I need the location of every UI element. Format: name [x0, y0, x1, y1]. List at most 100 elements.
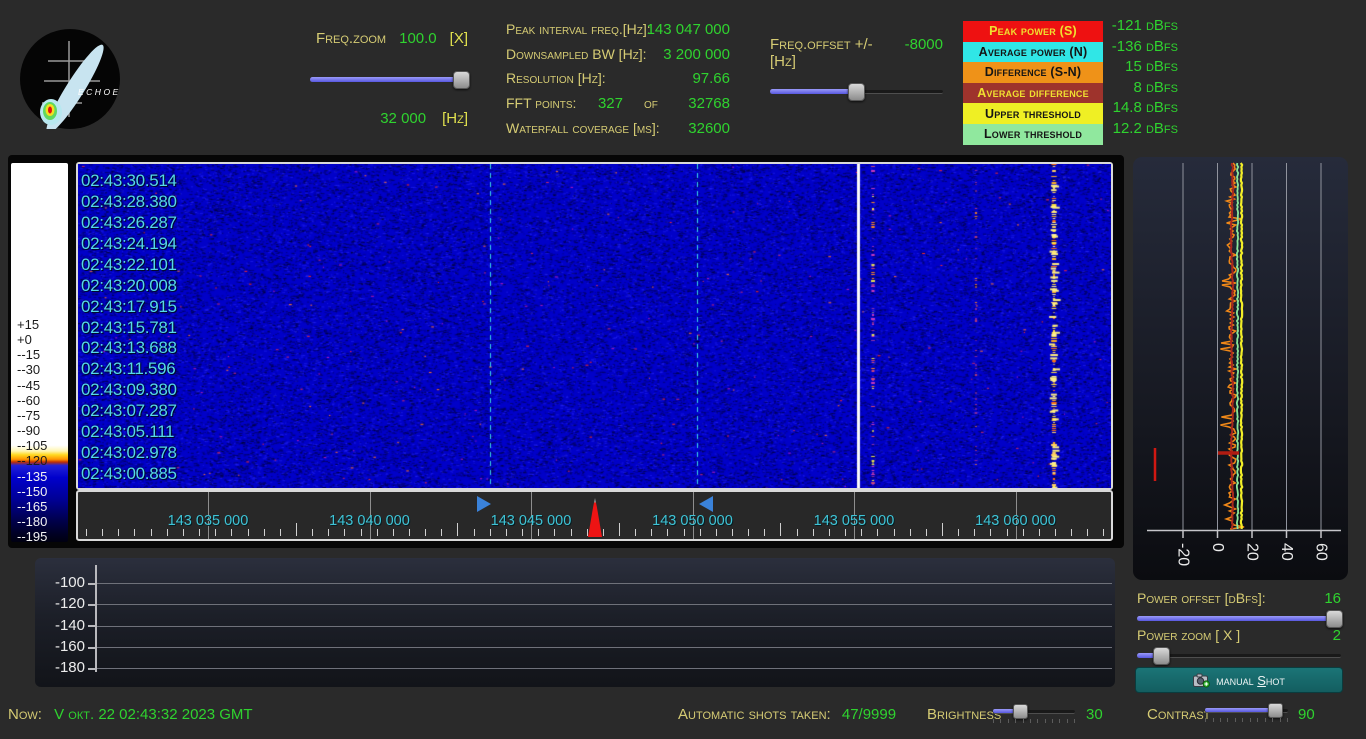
shots-label: Automatic shots taken: [678, 706, 831, 723]
logo-text: ECHOES [78, 87, 120, 97]
waterfall-timestamp: 02:43:05.111 [81, 422, 174, 442]
contrast-slider[interactable] [1205, 703, 1288, 716]
freq-zoom-slider[interactable] [310, 71, 468, 87]
spectrum-axis-label: 0 [1209, 543, 1226, 552]
freq-tick [248, 529, 249, 536]
freq-offset-slider-handle[interactable] [848, 83, 865, 101]
stat-downsampled-bw: Downsampled BW [Hz]: 3 200 000 [506, 46, 730, 64]
power-zoom-slider-handle[interactable] [1153, 647, 1170, 665]
contrast-value-wrap: 90 [1298, 706, 1315, 723]
waterfall-timestamp: 02:43:20.008 [81, 276, 177, 296]
contrast-slider-handle[interactable] [1268, 703, 1283, 718]
scale-label: --150 [17, 485, 47, 499]
power-zoom-readout: Power zoom [ X ] 2 [1137, 627, 1341, 644]
shots-value: 47/9999 [842, 706, 896, 723]
brightness-slider-handle[interactable] [1013, 704, 1028, 719]
freq-tick [425, 529, 426, 536]
freq-zoom-label: Freq.zoom [316, 30, 386, 47]
freq-zoom-readout: Freq.zoom 100.0 [X] [300, 30, 468, 47]
range-marker-right-arrow[interactable] [477, 496, 491, 512]
freq-tick [635, 529, 636, 536]
range-marker-left-arrow[interactable] [699, 496, 713, 512]
freq-tick [441, 529, 442, 536]
plot-gridline [96, 668, 1112, 669]
stat-fft-points: FFT points: 327 of 32768 [506, 95, 730, 113]
freq-tick [587, 529, 588, 536]
scale-label: --135 [17, 470, 47, 484]
waterfall-timestamp: 02:43:02.978 [81, 443, 177, 463]
waterfall-timestamp: 02:43:28.380 [81, 192, 177, 212]
dbfs-readouts: -121 dBfs-136 dBfs15 dBfs8 dBfs14.8 dBfs… [1078, 17, 1178, 147]
freq-tick [522, 529, 523, 536]
freq-tick [1023, 529, 1024, 536]
freq-tick [409, 529, 410, 536]
power-color-scale: +15+0--15--30--45--60--75--90--105--120-… [11, 163, 68, 542]
frequency-axis: 143 035 000143 040 000143 045 000143 050… [76, 490, 1113, 541]
freq-tick [280, 529, 281, 536]
freq-tick [102, 529, 103, 536]
freq-tick [328, 529, 329, 536]
brightness-slider[interactable] [993, 704, 1075, 717]
freq-offset-label: Freq.offset +/- [Hz] [770, 36, 891, 70]
freq-tick [813, 529, 814, 536]
freq-tick [974, 529, 975, 536]
freq-tick [1007, 529, 1008, 536]
scale-label: --45 [17, 379, 40, 393]
freq-zoom-value: 100.0 [399, 30, 437, 47]
waterfall-timestamp: 02:43:26.287 [81, 213, 177, 233]
freq-tick [506, 529, 507, 536]
freq-tick [151, 529, 152, 536]
freq-offset-slider[interactable] [770, 83, 943, 99]
power-offset-slider-handle[interactable] [1326, 610, 1343, 628]
echoes-app-window: ECHOES Freq.zoom 100.0 [X] 32 000 [Hz] P… [0, 0, 1366, 739]
plot-tick [88, 625, 97, 627]
freq-zoom-slider-handle[interactable] [453, 71, 470, 89]
dbfs-readout: -136 dBfs [1112, 38, 1178, 55]
freq-tick [538, 529, 539, 536]
stat-peak-interval-freq: Peak interval freq.[Hz]: 143 047 000 [506, 21, 730, 39]
echoes-logo: ECHOES [20, 29, 120, 129]
freq-tick [167, 529, 168, 536]
contrast-label-wrap: Contrast [1147, 706, 1210, 723]
power-zoom-label: Power zoom [ X ] [1137, 627, 1240, 643]
freq-axis-label: 143 060 000 [951, 513, 1081, 529]
scale-label: +0 [17, 333, 32, 347]
freq-tick [1039, 529, 1040, 536]
freq-tick [797, 529, 798, 536]
waterfall-timestamp: 02:43:17.915 [81, 297, 177, 317]
freq-tick [377, 529, 378, 536]
freq-tick [344, 529, 345, 536]
manual-shot-button[interactable]: manual Shot [1135, 667, 1343, 693]
dbfs-readout: 8 dBfs [1133, 79, 1178, 96]
power-offset-slider[interactable] [1137, 610, 1341, 626]
plot-gridline [96, 647, 1112, 648]
freq-offset-readout: Freq.offset +/- [Hz] -8000 [770, 36, 943, 70]
freq-span-readout: 32 000 [Hz] [300, 110, 468, 127]
freq-tick [183, 529, 184, 536]
waterfall-timestamp: 02:43:00.885 [81, 464, 177, 484]
freq-span-value: 32 000 [380, 110, 426, 127]
freq-offset-value: -8000 [905, 36, 943, 53]
freq-zoom-unit: [X] [450, 30, 468, 47]
spectrum-axis-label: 60 [1313, 543, 1330, 561]
scale-label: --165 [17, 500, 47, 514]
dbfs-readout: -121 dBfs [1112, 17, 1178, 34]
freq-tick [393, 529, 394, 536]
power-zoom-slider[interactable] [1137, 647, 1341, 663]
scale-label: --15 [17, 348, 40, 362]
freq-tick [861, 529, 862, 536]
lower-threshold-trace [1237, 163, 1238, 529]
power-offset-label: Power offset [dBfs]: [1137, 590, 1266, 606]
brightness-ticks [993, 719, 1075, 724]
freq-tick [764, 529, 765, 536]
freq-tick [86, 529, 87, 536]
freq-tick [231, 529, 232, 536]
power-offset-value: 16 [1324, 590, 1341, 607]
freq-tick [571, 529, 572, 536]
waterfall-timestamp: 02:43:24.194 [81, 234, 177, 254]
freq-tick [829, 529, 830, 536]
contrast-label: Contrast [1147, 706, 1210, 723]
waterfall-timestamp: 02:43:30.514 [81, 171, 177, 191]
plot-y-axis [95, 565, 97, 672]
plot-gridline [96, 604, 1112, 605]
